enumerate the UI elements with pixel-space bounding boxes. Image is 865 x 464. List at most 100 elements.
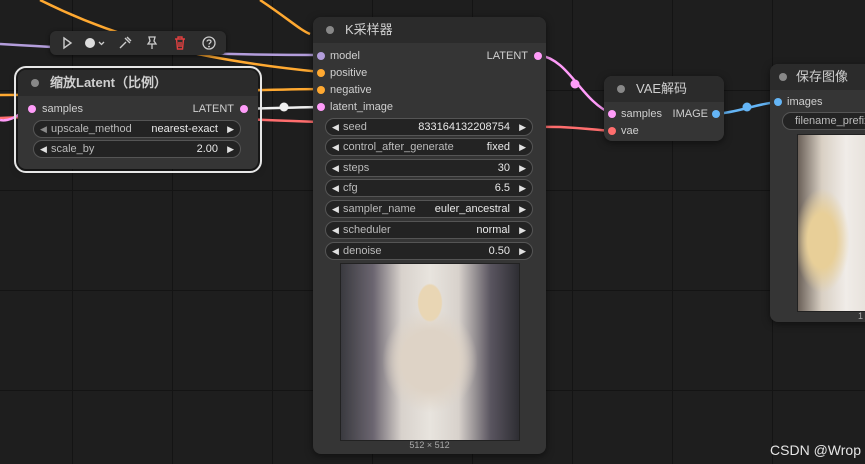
widget-value: euler_ancestral xyxy=(434,203,510,215)
link-latent-pink xyxy=(538,53,613,116)
link-midpoint[interactable] xyxy=(279,102,289,112)
arrow-right-icon[interactable]: ▶ xyxy=(519,180,526,196)
text-filename-prefix[interactable]: filename_prefix xyxy=(782,112,865,130)
watermark: CSDN @Wrop xyxy=(770,442,861,458)
node-header[interactable]: K采样器 xyxy=(313,17,546,43)
number-scale-by[interactable]: ◀ scale_by 2.00 ▶ xyxy=(33,140,241,158)
combo-scheduler[interactable]: ◀ scheduler normal ▶ xyxy=(325,221,533,239)
widget-label: sampler_name xyxy=(343,203,416,215)
node-latent-upscale-by[interactable]: 缩放Latent（比例） samples LATENT ◀ upscale_me… xyxy=(14,66,262,173)
widget-value: 0.50 xyxy=(488,245,510,257)
input-label: negative xyxy=(330,84,372,96)
play-icon[interactable] xyxy=(58,34,76,52)
link-midpoint[interactable] xyxy=(570,79,580,89)
number-steps[interactable]: ◀ steps 30 ▶ xyxy=(325,159,533,177)
input-label: vae xyxy=(621,125,639,137)
widget-label: steps xyxy=(343,162,370,174)
arrow-right-icon[interactable]: ▶ xyxy=(227,121,234,137)
widget-value: 2.00 xyxy=(196,143,218,155)
input-port-samples[interactable] xyxy=(608,110,616,118)
input-port-negative[interactable] xyxy=(317,86,325,94)
output-label: LATENT xyxy=(192,103,234,115)
arrow-left-icon[interactable]: ◀ xyxy=(332,119,339,135)
node-title: 保存图像 xyxy=(796,69,849,84)
input-label: samples xyxy=(621,108,662,120)
preview-caption: 1 xyxy=(858,311,864,321)
image-preview[interactable] xyxy=(340,263,520,441)
arrow-left-icon[interactable]: ◀ xyxy=(332,222,339,238)
combo-sampler-name[interactable]: ◀ sampler_name euler_ancestral ▶ xyxy=(325,200,533,218)
arrow-right-icon[interactable]: ▶ xyxy=(519,139,526,155)
input-port-samples[interactable] xyxy=(28,105,36,113)
arrow-right-icon[interactable]: ▶ xyxy=(519,201,526,217)
link-image xyxy=(715,100,779,116)
arrow-left-icon[interactable]: ◀ xyxy=(332,139,339,155)
collapse-dot[interactable] xyxy=(326,26,334,34)
widget-label: control_after_generate xyxy=(343,141,454,153)
port-row: vae xyxy=(608,123,720,139)
number-denoise[interactable]: ◀ denoise 0.50 ▶ xyxy=(325,242,533,260)
input-port-positive[interactable] xyxy=(317,69,325,77)
combo-upscale-method[interactable]: ◀ upscale_method nearest-exact ▶ xyxy=(33,120,241,138)
port-row: latent_image xyxy=(317,99,517,115)
node-vae-decode[interactable]: VAE解码 samples IMAGE vae xyxy=(604,76,724,141)
input-port-model[interactable] xyxy=(317,52,325,60)
node-header[interactable]: VAE解码 xyxy=(604,76,724,102)
collapse-dot[interactable] xyxy=(31,79,39,87)
link-midpoint[interactable] xyxy=(742,102,752,112)
widget-value: 30 xyxy=(497,162,510,174)
arrow-left-icon[interactable]: ◀ xyxy=(332,243,339,259)
input-label: model xyxy=(330,50,360,62)
widget-label: seed xyxy=(343,121,367,133)
node-title: 缩放Latent（比例） xyxy=(50,75,168,90)
bypass-icon[interactable] xyxy=(116,34,134,52)
node-save-image[interactable]: 保存图像 images filename_prefix 1 xyxy=(770,64,865,322)
arrow-left-icon[interactable]: ◀ xyxy=(40,121,47,137)
arrow-left-icon[interactable]: ◀ xyxy=(332,201,339,217)
node-ksampler[interactable]: K采样器 model LATENT positive negative late… xyxy=(313,17,546,454)
number-cfg[interactable]: ◀ cfg 6.5 ▶ xyxy=(325,179,533,197)
output-port-latent[interactable] xyxy=(240,105,248,113)
delete-icon[interactable] xyxy=(171,34,189,52)
image-preview[interactable] xyxy=(797,134,865,312)
node-title: K采样器 xyxy=(345,22,393,37)
port-row: negative xyxy=(317,82,517,98)
number-seed[interactable]: ◀ seed 833164132208754 ▶ xyxy=(325,118,533,136)
arrow-right-icon[interactable]: ▶ xyxy=(519,243,526,259)
preview-caption: 512 × 512 xyxy=(409,440,450,450)
arrow-right-icon[interactable]: ▶ xyxy=(519,160,526,176)
arrow-right-icon[interactable]: ▶ xyxy=(519,222,526,238)
input-port-vae[interactable] xyxy=(608,127,616,135)
node-toolbar xyxy=(50,31,226,55)
pin-icon[interactable] xyxy=(143,34,161,52)
link-orange-upper xyxy=(259,0,311,36)
widget-label: upscale_method xyxy=(51,123,132,135)
input-label: samples xyxy=(42,103,83,115)
arrow-left-icon[interactable]: ◀ xyxy=(332,180,339,196)
widget-value: normal xyxy=(476,224,510,236)
collapse-dot[interactable] xyxy=(617,85,625,93)
output-port-image[interactable] xyxy=(712,110,720,118)
widget-label: cfg xyxy=(343,182,358,194)
widget-label: scale_by xyxy=(51,143,95,155)
input-label: latent_image xyxy=(330,101,393,113)
node-header[interactable]: 保存图像 xyxy=(770,64,865,90)
collapse-dot[interactable] xyxy=(779,73,787,81)
combo-control-after-generate[interactable]: ◀ control_after_generate fixed ▶ xyxy=(325,138,533,156)
color-icon[interactable] xyxy=(82,34,108,52)
arrow-right-icon[interactable]: ▶ xyxy=(519,119,526,135)
output-label: LATENT xyxy=(486,50,528,62)
input-port-latent-image[interactable] xyxy=(317,103,325,111)
widget-label: denoise xyxy=(343,245,382,257)
widget-value: fixed xyxy=(486,141,510,153)
widget-label: scheduler xyxy=(343,224,391,236)
widget-value: 6.5 xyxy=(494,182,510,194)
node-header[interactable]: 缩放Latent（比例） xyxy=(18,70,258,96)
input-port-images[interactable] xyxy=(774,98,782,106)
output-port-latent[interactable] xyxy=(534,52,542,60)
arrow-left-icon[interactable]: ◀ xyxy=(332,160,339,176)
output-label: IMAGE xyxy=(672,108,708,120)
arrow-left-icon[interactable]: ◀ xyxy=(40,141,47,157)
help-icon[interactable] xyxy=(200,34,218,52)
arrow-right-icon[interactable]: ▶ xyxy=(227,141,234,157)
